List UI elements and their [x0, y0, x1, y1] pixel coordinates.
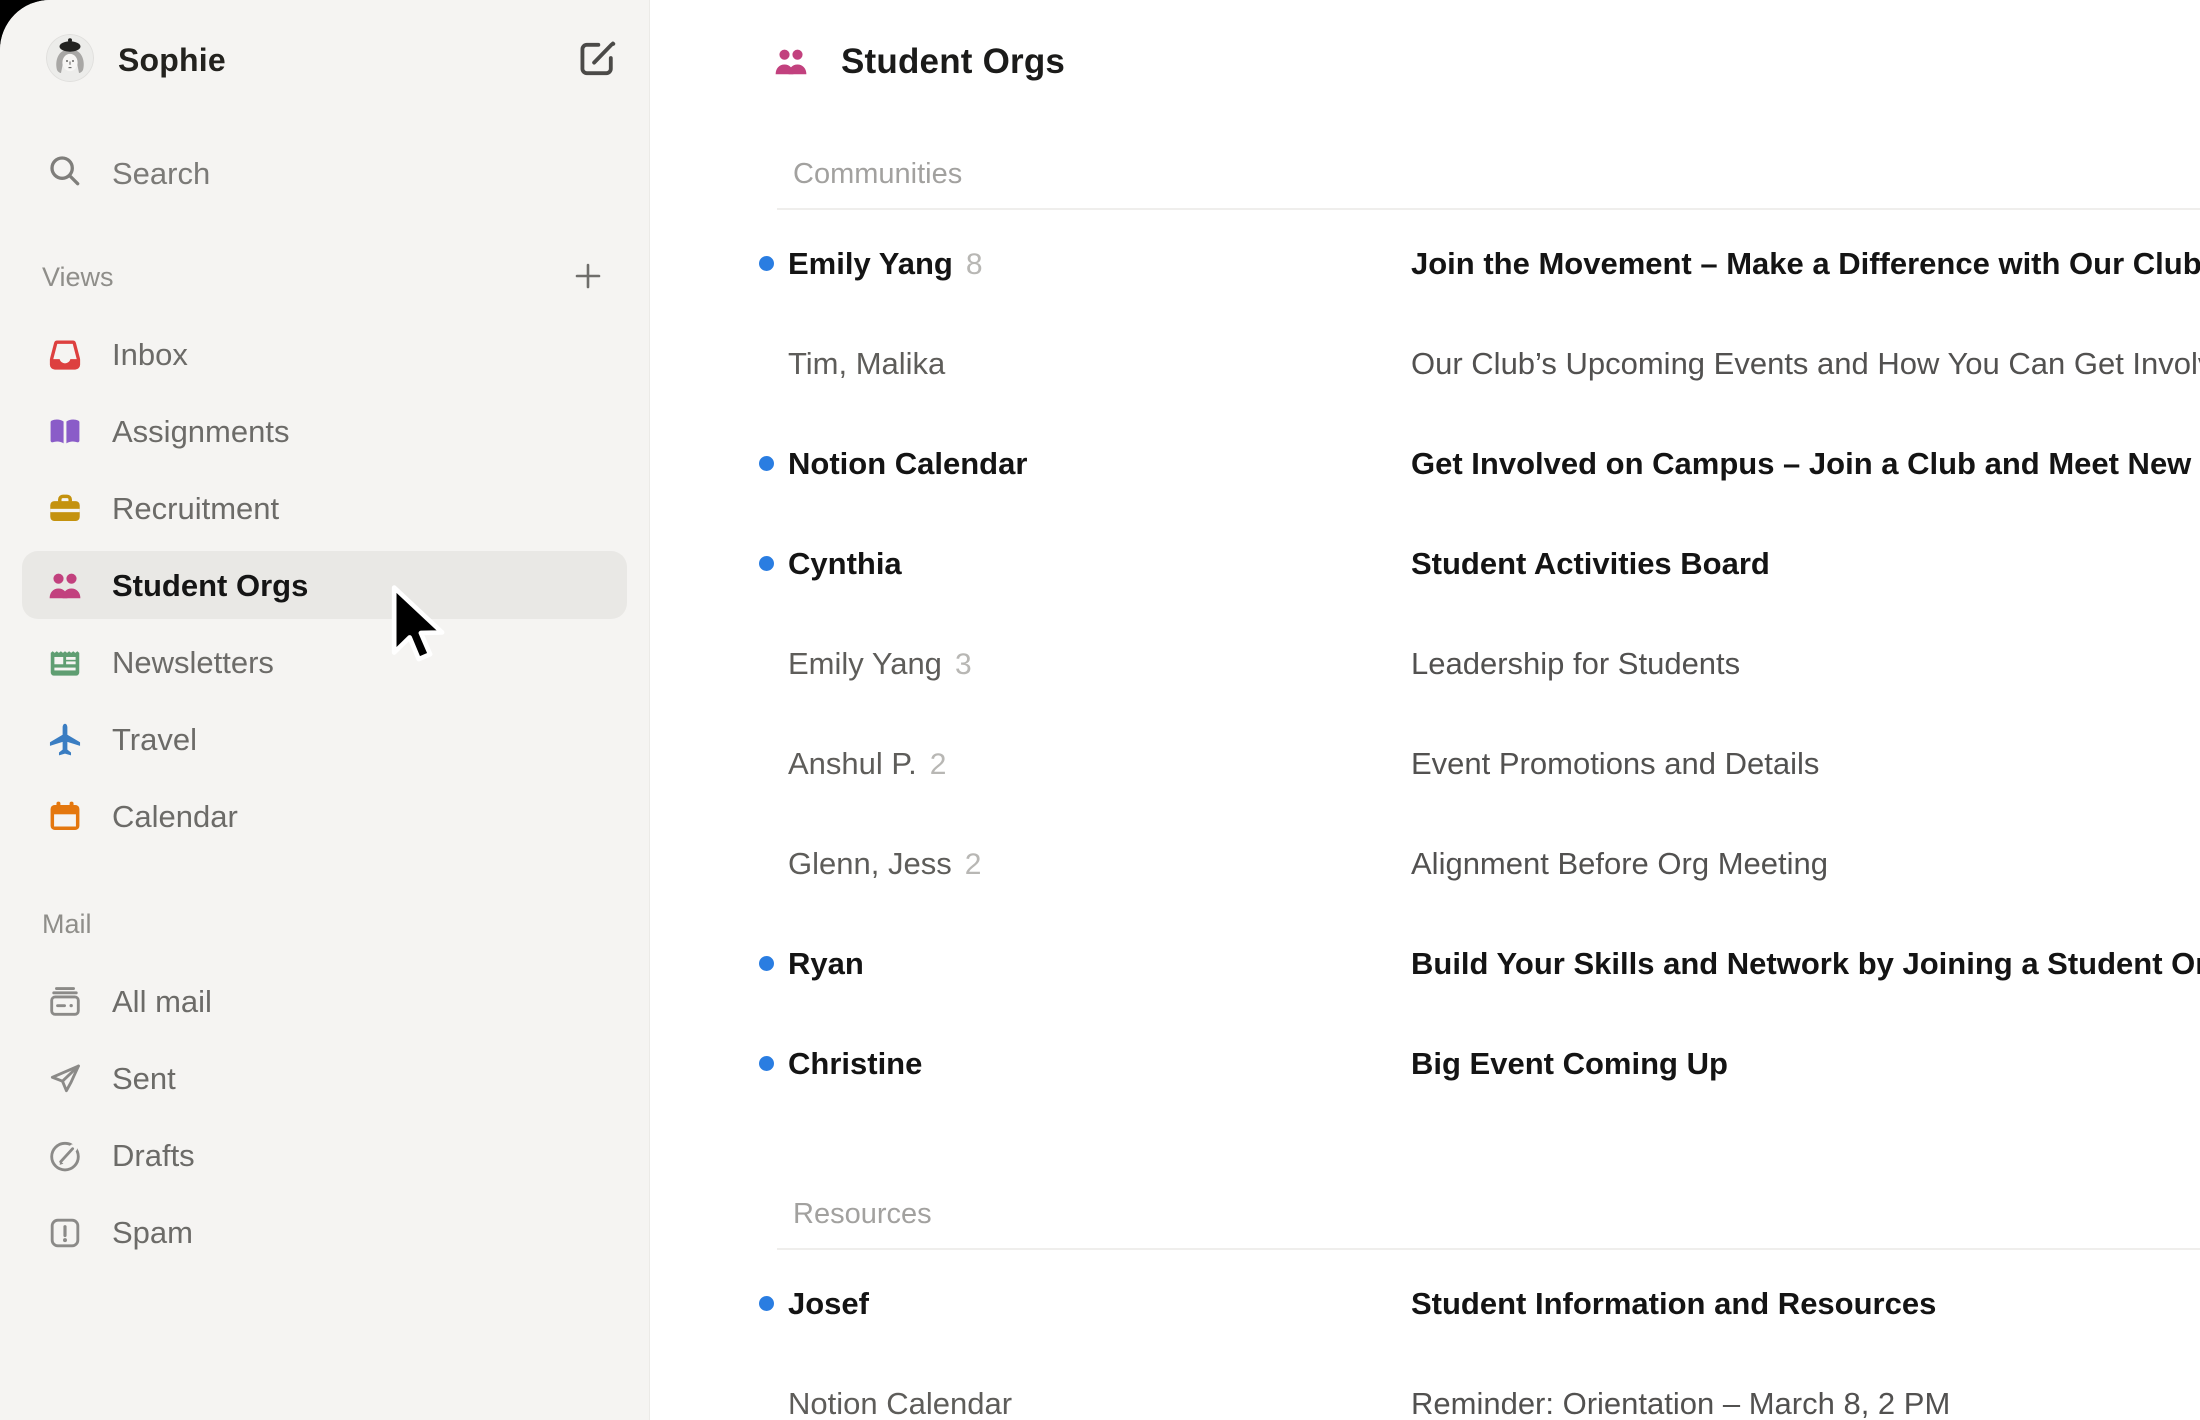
compose-button[interactable]	[574, 36, 620, 82]
page-title: Student Orgs	[841, 42, 1065, 82]
sidebar-item-label: Sent	[112, 1061, 176, 1097]
email-subject: Reminder: Orientation – March 8, 2 PM	[1411, 1386, 1950, 1420]
email-sender: Notion Calendar	[788, 446, 1027, 482]
email-subject: Big Event Coming Up	[1411, 1046, 1728, 1082]
email-sender: Glenn, Jess2	[788, 846, 981, 882]
sidebar-item-drafts[interactable]: Drafts	[0, 1117, 649, 1194]
sidebar-item-label: Travel	[112, 722, 197, 758]
mail-row[interactable]: Notion Calendar Reminder: Orientation – M…	[651, 1354, 2200, 1420]
draft-icon	[46, 1137, 84, 1175]
email-subject: Student Information and Resources	[1411, 1286, 1936, 1322]
mail-row[interactable]: Anshul P.2 Event Promotions and Details	[651, 714, 2200, 814]
divider	[777, 208, 2200, 210]
mail-row[interactable]: Ryan Build Your Skills and Network by Joi…	[651, 914, 2200, 1014]
email-subject: Leadership for Students	[1411, 646, 1740, 682]
email-subject: Build Your Skills and Network by Joining…	[1411, 946, 2200, 982]
sidebar-item-inbox[interactable]: Inbox	[0, 316, 649, 393]
mail-items: All mail Sent Drafts Spam	[0, 963, 649, 1271]
mail-row[interactable]: Emily Yang8 Join the Movement – Make a Di…	[651, 214, 2200, 314]
mail-row[interactable]: Notion Calendar Get Involved on Campus – …	[651, 414, 2200, 514]
mail-row[interactable]: Tim, Malika Our Club’s Upcoming Events an…	[651, 314, 2200, 414]
unread-dot	[759, 456, 774, 471]
email-sender: Ryan	[788, 946, 864, 982]
email-subject: Student Activities Board	[1411, 546, 1770, 582]
email-sender: Anshul P.2	[788, 746, 946, 782]
email-subject: Alignment Before Org Meeting	[1411, 846, 1828, 882]
sidebar-item-newsletters[interactable]: Newsletters	[0, 624, 649, 701]
mail-row[interactable]: Josef Student Information and Resources	[651, 1254, 2200, 1354]
sidebar-item-all-mail[interactable]: All mail	[0, 963, 649, 1040]
profile-name: Sophie	[118, 42, 226, 79]
email-subject: Event Promotions and Details	[1411, 746, 1819, 782]
email-sender: Emily Yang8	[788, 246, 983, 282]
sidebar-item-calendar[interactable]: Calendar	[0, 778, 649, 855]
spam-icon	[46, 1214, 84, 1252]
sidebar-item-label: Spam	[112, 1215, 193, 1251]
sidebar-item-sent[interactable]: Sent	[0, 1040, 649, 1117]
sidebar-item-student-orgs[interactable]: Student Orgs	[0, 547, 649, 624]
sidebar-item-recruitment[interactable]: Recruitment	[0, 470, 649, 547]
email-sender: Cynthia	[788, 546, 902, 582]
mail-row[interactable]: Cynthia Student Activities Board	[651, 514, 2200, 614]
sidebar-item-label: Newsletters	[112, 645, 274, 681]
thread-count: 8	[966, 248, 983, 281]
communities-email-list: Emily Yang8 Join the Movement – Make a Di…	[651, 214, 2200, 1114]
people-icon	[772, 43, 810, 81]
email-subject: Our Club’s Upcoming Events and How You C…	[1411, 346, 2200, 382]
airplane-icon	[46, 721, 84, 759]
email-sender: Christine	[788, 1046, 922, 1082]
email-sender: Tim, Malika	[788, 346, 945, 382]
mail-row[interactable]: Christine Big Event Coming Up	[651, 1014, 2200, 1114]
send-icon	[46, 1060, 84, 1098]
sidebar-item-travel[interactable]: Travel	[0, 701, 649, 778]
views-items: Inbox Assignments Recruitment Student Orgs N…	[0, 316, 649, 855]
inbox-icon	[46, 336, 84, 374]
email-subject: Get Involved on Campus – Join a Club and…	[1411, 446, 2200, 482]
calendar-icon	[46, 798, 84, 836]
sidebar-item-spam[interactable]: Spam	[0, 1194, 649, 1271]
search-icon	[46, 152, 84, 190]
avatar[interactable]	[46, 34, 94, 82]
mail-section-label: Mail	[42, 909, 92, 940]
email-sender: Notion Calendar	[788, 1386, 1012, 1420]
unread-dot	[759, 556, 774, 571]
mail-list-panel: Student Orgs Communities Emily Yang8 Join…	[651, 0, 2200, 1420]
divider	[777, 1248, 2200, 1250]
sidebar-item-label: Assignments	[112, 414, 289, 450]
unread-dot	[759, 256, 774, 271]
email-sender: Josef	[788, 1286, 869, 1322]
add-view-button[interactable]	[570, 258, 606, 294]
section-label-communities: Communities	[793, 158, 962, 191]
unread-dot	[759, 1296, 774, 1311]
sidebar-item-label: Calendar	[112, 799, 238, 835]
resources-email-list: Josef Student Information and Resources No…	[651, 1254, 2200, 1420]
thread-count: 3	[955, 648, 972, 681]
unread-dot	[759, 1056, 774, 1071]
mail-row[interactable]: Emily Yang3 Leadership for Students	[651, 614, 2200, 714]
book-icon	[46, 413, 84, 451]
search-row[interactable]: Search	[0, 144, 649, 200]
briefcase-icon	[46, 490, 84, 528]
view-header: Student Orgs	[651, 0, 2200, 110]
thread-count: 2	[965, 848, 982, 881]
mail-row[interactable]: Glenn, Jess2 Alignment Before Org Meeting	[651, 814, 2200, 914]
email-sender: Emily Yang3	[788, 646, 972, 682]
search-label: Search	[112, 156, 210, 192]
app-window: Sophie Search Views Inbox Assignments Recr…	[0, 0, 2200, 1420]
sidebar-item-label: Inbox	[112, 337, 188, 373]
all-mail-icon	[46, 983, 84, 1021]
sidebar-item-assignments[interactable]: Assignments	[0, 393, 649, 470]
sidebar-item-label: All mail	[112, 984, 212, 1020]
sidebar-item-label: Student Orgs	[112, 568, 308, 604]
sidebar: Sophie Search Views Inbox Assignments Recr…	[0, 0, 650, 1420]
people-icon	[46, 567, 84, 605]
email-subject: Join the Movement – Make a Difference wi…	[1411, 246, 2200, 282]
sidebar-item-label: Drafts	[112, 1138, 195, 1174]
sidebar-item-label: Recruitment	[112, 491, 279, 527]
thread-count: 2	[930, 748, 947, 781]
section-label-resources: Resources	[793, 1198, 932, 1231]
unread-dot	[759, 956, 774, 971]
newsletter-icon	[46, 644, 84, 682]
views-section-label: Views	[42, 262, 114, 293]
